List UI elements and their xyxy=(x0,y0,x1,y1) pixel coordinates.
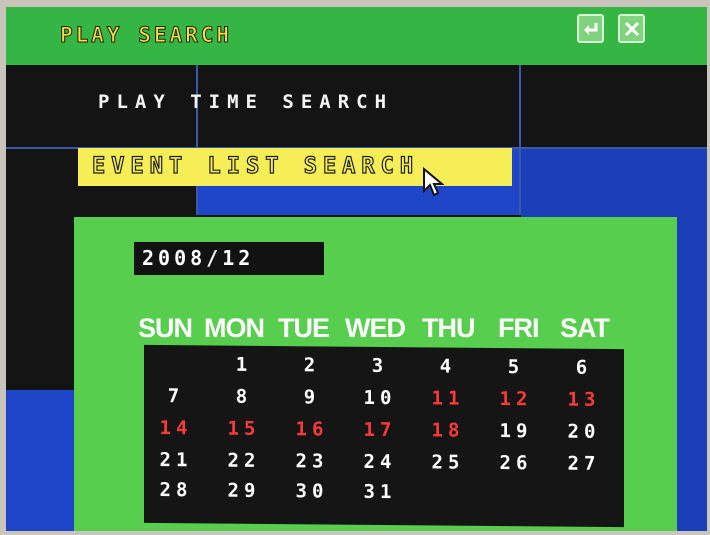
calendar-day-31[interactable]: 31 xyxy=(350,481,410,504)
event-list-search-label: EVENT LIST SEARCH xyxy=(91,153,420,179)
calendar-day-3[interactable]: 3 xyxy=(350,355,410,378)
calendar-day-27[interactable]: 27 xyxy=(554,452,614,475)
calendar-day-16[interactable]: 16 xyxy=(282,418,342,441)
calendar-panel: 2008/12 SUN MON TUE WED THU FRI SAT 1234… xyxy=(74,217,677,531)
grid-line xyxy=(519,65,521,215)
calendar-day-15[interactable]: 15 xyxy=(214,418,274,441)
weekday-fri: FRI xyxy=(498,313,539,343)
calendar-day-10[interactable]: 10 xyxy=(350,387,410,410)
calendar-day-19[interactable]: 19 xyxy=(486,420,546,443)
calendar-day-30[interactable]: 30 xyxy=(282,480,342,503)
calendar-day-11[interactable]: 11 xyxy=(418,387,478,410)
calendar-day-22[interactable]: 22 xyxy=(214,450,274,473)
calendar-day-25[interactable]: 25 xyxy=(418,451,478,474)
weekday-tue: TUE xyxy=(278,313,330,343)
calendar-day-17[interactable]: 17 xyxy=(350,419,410,442)
weekday-sat: SAT xyxy=(560,313,610,343)
calendar-day-26[interactable]: 26 xyxy=(486,452,546,475)
calendar-day-1[interactable]: 1 xyxy=(214,354,274,377)
weekday-mon: MON xyxy=(204,313,265,343)
mouse-pointer-icon xyxy=(423,167,444,197)
calendar-day-20[interactable]: 20 xyxy=(554,420,614,443)
close-x-icon[interactable] xyxy=(618,14,645,43)
calendar-day-6[interactable]: 6 xyxy=(554,356,614,379)
return-arrow-icon[interactable] xyxy=(577,14,604,43)
title-bar: PLAY SEARCH xyxy=(6,7,707,65)
window-title: PLAY SEARCH xyxy=(59,23,233,48)
calendar-day-7[interactable]: 7 xyxy=(146,385,206,408)
weekday-header: SUN MON TUE WED THU FRI SAT xyxy=(138,313,624,343)
calendar-day-2[interactable]: 2 xyxy=(282,354,342,377)
calendar-day-21[interactable]: 21 xyxy=(146,449,206,472)
calendar-day-23[interactable]: 23 xyxy=(282,450,342,473)
play-time-search-option[interactable]: PLAY TIME SEARCH xyxy=(98,91,393,113)
dvr-screen: PLAY SEARCH PLAY TIME SEARCH EVENT LIST … xyxy=(6,7,707,531)
weekday-thu: THU xyxy=(422,313,475,343)
event-list-search-option[interactable]: EVENT LIST SEARCH xyxy=(78,148,512,186)
video-tile-blue-3 xyxy=(6,390,76,531)
calendar-day-5[interactable]: 5 xyxy=(486,356,546,379)
calendar-day-12[interactable]: 12 xyxy=(486,388,546,411)
calendar-day-14[interactable]: 14 xyxy=(146,417,206,440)
calendar-day-24[interactable]: 24 xyxy=(350,451,410,474)
calendar-day-18[interactable]: 18 xyxy=(418,419,478,442)
month-selector[interactable]: 2008/12 xyxy=(134,242,324,275)
weekday-wed: WED xyxy=(345,313,406,343)
calendar-day-29[interactable]: 29 xyxy=(214,480,274,503)
grid-line xyxy=(196,65,198,215)
calendar-day-13[interactable]: 13 xyxy=(554,388,614,411)
calendar-day-9[interactable]: 9 xyxy=(282,386,342,409)
calendar-day-28[interactable]: 28 xyxy=(146,479,206,502)
calendar-grid: 1 2 3 4 5 6 7 8 9 10 11 12 13 14 15 16 17 18 19 20 21 22 23 24 2… xyxy=(144,344,624,528)
weekday-sun: SUN xyxy=(138,313,193,343)
calendar-day-4[interactable]: 4 xyxy=(418,355,478,378)
calendar-day-8[interactable]: 8 xyxy=(214,386,274,409)
